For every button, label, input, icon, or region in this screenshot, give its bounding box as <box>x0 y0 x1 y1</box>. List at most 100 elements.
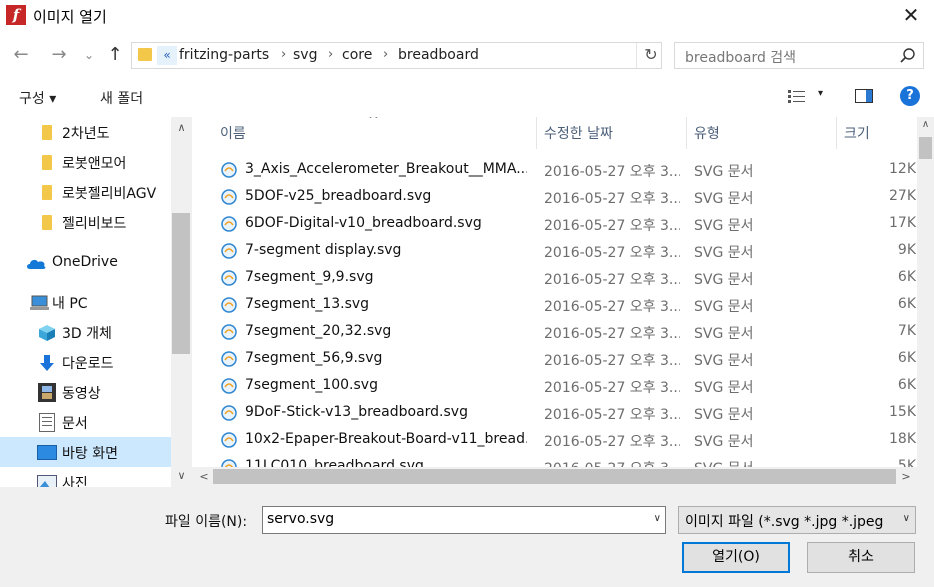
file-type-cell: SVG 문서 <box>694 218 754 234</box>
breadcrumb-item[interactable]: core <box>342 47 372 63</box>
svg-file-icon <box>221 378 237 394</box>
close-button[interactable]: ✕ <box>888 0 934 31</box>
breadcrumb-overflow-button[interactable]: « <box>157 46 177 65</box>
forward-button[interactable]: → <box>47 42 71 68</box>
file-size-cell: 27K <box>889 188 916 204</box>
sidebar-scroll-thumb[interactable] <box>172 213 190 354</box>
sidebar-item-this-pc[interactable]: 내 PC <box>0 287 171 317</box>
up-button[interactable]: ↑ <box>104 42 126 68</box>
sidebar-item-downloads[interactable]: 다운로드 <box>0 347 171 377</box>
breadcrumb-item[interactable]: fritzing-parts <box>179 47 269 63</box>
file-name-cell: 7-segment display.svg <box>245 242 402 258</box>
help-icon[interactable]: ? <box>900 86 920 106</box>
file-name-cell: 7segment_20,32.svg <box>245 323 392 339</box>
folder-icon <box>42 155 52 170</box>
scroll-up-arrow-icon[interactable]: ∧ <box>171 119 192 137</box>
file-name-cell: 7segment_100.svg <box>245 377 378 393</box>
refresh-icon[interactable]: ↻ <box>641 45 661 65</box>
breadcrumb-item[interactable]: breadboard <box>398 47 479 63</box>
sidebar-item-label: 로봇젤리비AGV <box>62 186 157 202</box>
computer-icon <box>30 295 49 310</box>
search-icon[interactable] <box>899 47 917 65</box>
svg-file-icon <box>221 324 237 340</box>
file-list-horizontal-scroll-thumb[interactable] <box>213 469 896 484</box>
filename-input[interactable]: servo.svg <box>267 511 334 527</box>
file-list-vertical-scrollbar[interactable] <box>917 117 934 487</box>
sidebar-item-onedrive[interactable]: OneDrive <box>0 248 171 278</box>
file-list-vertical-scroll-thumb[interactable] <box>919 137 932 159</box>
svg-file-icon <box>221 243 237 259</box>
file-type-cell: SVG 문서 <box>694 191 754 207</box>
table-row[interactable]: 7segment_13.svg 2016-05-27 오후 3... SVG 문서 6… <box>216 292 916 319</box>
folder-icon <box>42 215 52 230</box>
download-icon <box>40 355 54 371</box>
table-row[interactable]: 3_Axis_Accelerometer_Breakout__MMA... 201… <box>216 157 916 184</box>
chevron-right-icon[interactable]: › <box>383 47 388 62</box>
sidebar-item-jellybee-board[interactable]: 젤리비보드 <box>0 207 171 237</box>
column-divider[interactable] <box>536 117 537 149</box>
file-name-cell: 7segment_13.svg <box>245 296 370 312</box>
window-title: 이미지 열기 <box>33 8 107 26</box>
sidebar-item-documents[interactable]: 문서 <box>0 407 171 437</box>
svg-file-icon <box>221 216 237 232</box>
scroll-down-arrow-icon[interactable]: ∨ <box>171 467 192 485</box>
column-header-type[interactable]: 유형 <box>694 123 720 143</box>
chevron-right-icon[interactable]: › <box>281 47 286 62</box>
dialog-footer <box>0 487 934 587</box>
column-divider[interactable] <box>836 117 837 149</box>
column-header-name[interactable]: 이름 <box>220 123 246 143</box>
open-button[interactable]: 열기(O) <box>682 542 790 573</box>
file-size-cell: 9K <box>897 242 916 258</box>
table-row[interactable]: 7-segment display.svg 2016-05-27 오후 3... S… <box>216 238 916 265</box>
chevron-down-icon[interactable]: ∨ <box>654 513 661 524</box>
file-date-cell: 2016-05-27 오후 3... <box>544 434 680 450</box>
sidebar-item-label: 젤리비보드 <box>62 216 127 232</box>
sidebar-item-3d-objects[interactable]: 3D 개체 <box>0 317 171 347</box>
new-folder-button[interactable]: 새 폴더 <box>100 88 143 108</box>
sidebar-item-videos[interactable]: 동영상 <box>0 377 171 407</box>
table-row[interactable]: 6DOF-Digital-v10_breadboard.svg 2016-05-2… <box>216 211 916 238</box>
cancel-button[interactable]: 취소 <box>807 542 915 573</box>
file-type-filter[interactable]: 이미지 파일 (*.svg *.jpg *.jpeg ∨ <box>678 506 916 534</box>
table-row[interactable]: 7segment_20,32.svg 2016-05-27 오후 3... SVG … <box>216 319 916 346</box>
organize-button[interactable]: 구성 ▾ <box>19 88 56 108</box>
column-divider[interactable] <box>686 117 687 149</box>
scroll-right-arrow-icon[interactable]: > <box>896 467 916 487</box>
svg-file-icon <box>221 189 237 205</box>
view-dropdown-button[interactable]: ▾ <box>818 88 823 99</box>
address-bar[interactable]: « fritzing-parts › svg › core › breadboa… <box>131 42 662 69</box>
scroll-left-arrow-icon[interactable]: < <box>194 467 214 487</box>
preview-pane-icon[interactable] <box>855 89 873 103</box>
filename-field[interactable]: servo.svg ∨ <box>262 506 666 534</box>
file-name-cell: 3_Axis_Accelerometer_Breakout__MMA... <box>245 161 527 177</box>
table-row[interactable]: 7segment_56,9.svg 2016-05-27 오후 3... SVG 문… <box>216 346 916 373</box>
sidebar-item-label: 3D 개체 <box>62 326 112 342</box>
table-row[interactable]: 7segment_100.svg 2016-05-27 오후 3... SVG 문서… <box>216 373 916 400</box>
folder-icon <box>42 185 52 200</box>
table-row[interactable]: 10x2-Epaper-Breakout-Board-v11_bread... 2… <box>216 427 916 454</box>
recent-locations-button[interactable]: ⌄ <box>82 42 96 68</box>
column-header-date[interactable]: 수정한 날짜 <box>544 123 613 143</box>
column-header-size[interactable]: 크기 <box>844 123 870 143</box>
table-row[interactable]: 9DoF-Stick-v13_breadboard.svg 2016-05-27 … <box>216 400 916 427</box>
scroll-up-arrow-icon[interactable]: ∧ <box>917 119 934 135</box>
breadcrumb-item[interactable]: svg <box>293 47 317 63</box>
svg-file-icon <box>221 405 237 421</box>
chevron-down-icon[interactable]: ∨ <box>903 513 910 524</box>
table-row[interactable]: 7segment_9,9.svg 2016-05-27 오후 3... SVG 문서… <box>216 265 916 292</box>
table-row[interactable]: 5DOF-v25_breadboard.svg 2016-05-27 오후 3..… <box>216 184 916 211</box>
search-input[interactable]: breadboard 검색 <box>685 47 796 67</box>
back-button[interactable]: ← <box>9 42 33 68</box>
sidebar-item-desktop[interactable]: 바탕 화면 <box>0 437 171 467</box>
file-size-cell: 6K <box>897 296 916 312</box>
sidebar-item-robot-jellybee-agv[interactable]: 로봇젤리비AGV <box>0 177 171 207</box>
sidebar-item-pictures[interactable]: 사진 <box>0 467 171 487</box>
view-options-icon[interactable] <box>788 90 806 104</box>
file-name-cell: 9DoF-Stick-v13_breadboard.svg <box>245 404 468 420</box>
sidebar-item-2nd-year[interactable]: 2차년도 <box>0 117 171 147</box>
chevron-right-icon[interactable]: › <box>328 47 333 62</box>
file-date-cell: 2016-05-27 오후 3... <box>544 218 680 234</box>
file-type-cell: SVG 문서 <box>694 353 754 369</box>
sidebar-item-robot-and-more[interactable]: 로봇앤모어 <box>0 147 171 177</box>
search-box[interactable]: breadboard 검색 <box>674 42 924 69</box>
